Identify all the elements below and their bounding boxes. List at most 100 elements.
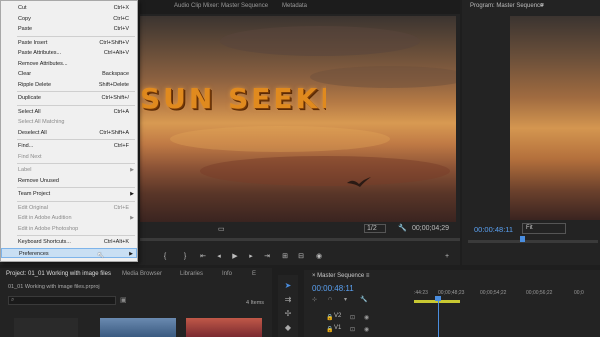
project-panel: Project: 01_01 Working with image files … (0, 268, 272, 337)
project-file-name: 01_01 Working with image files.prproj (8, 284, 100, 290)
program-playhead[interactable] (520, 236, 525, 242)
menu-item-deselect-all[interactable]: Deselect All Ctrl+Shift+A (1, 128, 137, 138)
menu-separator (17, 91, 135, 92)
add-button-icon[interactable]: + (442, 252, 452, 262)
tab-info[interactable]: Info (222, 271, 232, 277)
eye-icon[interactable]: ◉ (364, 326, 369, 333)
menu-item-select-all-matching[interactable]: Select All Matching (1, 117, 137, 127)
menu-item-shortcut: Shift+Delete (98, 81, 129, 88)
linked-selection-icon[interactable]: ∩ (328, 296, 332, 302)
step-forward-icon[interactable]: ▸ (246, 252, 256, 262)
menu-item-find[interactable]: Find... Ctrl+F (1, 141, 137, 151)
submenu-arrow-icon: ▶ (130, 215, 134, 221)
tab-program-monitor[interactable]: Program: Master Sequence (470, 3, 543, 9)
selection-tool-icon[interactable]: ➤ (283, 281, 293, 291)
menu-item-label[interactable]: Label ▶ (1, 165, 137, 175)
mark-in-icon[interactable]: { (160, 252, 170, 262)
menu-separator (17, 35, 135, 37)
search-icon: ⌕ (11, 297, 15, 303)
menu-item-label: Edit in Adobe Audition (18, 215, 72, 221)
tab-audio-clip-mixer[interactable]: Audio Clip Mixer: Master Sequence (174, 3, 268, 9)
lock-icon[interactable]: 🔒 (326, 326, 333, 333)
fit-select[interactable]: Fit (522, 223, 566, 234)
tab-master-sequence[interactable]: × Master Sequence ≡ (312, 273, 369, 279)
menu-item-label: Find Next (18, 153, 42, 160)
menu-item-duplicate[interactable]: Duplicate Ctrl+Shift+/ (1, 93, 137, 103)
timeline-playhead[interactable] (438, 297, 439, 337)
source-scrubber[interactable] (140, 238, 460, 241)
menu-item-paste-attributes[interactable]: Paste Attributes... Ctrl+Alt+V (1, 48, 137, 58)
new-bin-icon[interactable]: ▣ (120, 296, 127, 304)
menu-item-keyboard-shortcuts[interactable]: Keyboard Shortcuts... Ctrl+Alt+K (1, 237, 137, 247)
step-back-icon[interactable]: ◂ (214, 252, 224, 262)
ruler-label: 00;00;54;22 (480, 290, 507, 296)
sync-lock-icon[interactable]: ⊡ (350, 314, 355, 321)
project-item-thumbnail[interactable] (100, 318, 176, 337)
wrench-icon[interactable]: 🔧 (398, 224, 407, 232)
lock-icon[interactable]: 🔒 (326, 314, 333, 321)
menu-item-remove-unused[interactable]: Remove Unused (1, 176, 137, 186)
mark-out-icon[interactable]: } (180, 252, 190, 262)
menu-item-copy[interactable]: Copy Ctrl+C (1, 14, 137, 24)
sync-lock-icon[interactable]: ⊡ (350, 326, 355, 333)
tools-panel: ➤ ⇉ ✢ ◆ (278, 275, 298, 337)
source-panel-tabs: Audio Clip Mixer: Master Sequence Metada… (140, 0, 460, 14)
timeline-timecode[interactable]: 00:00:48:11 (312, 284, 354, 293)
menu-item-ripple-delete[interactable]: Ripple Delete Shift+Delete (1, 80, 137, 90)
menu-item-cut[interactable]: Cut Ctrl+X (1, 3, 137, 13)
menu-item-label: Deselect All (18, 129, 47, 136)
program-scrubber[interactable] (468, 240, 598, 243)
tab-effects[interactable]: E (252, 271, 256, 277)
tab-libraries[interactable]: Libraries (180, 271, 203, 277)
play-icon[interactable]: ▶ (230, 252, 240, 262)
menu-item-label: Find... (18, 143, 34, 149)
menu-item-paste-insert[interactable]: Paste Insert Ctrl+Shift+V (1, 38, 137, 48)
add-marker-icon[interactable]: ▾ (344, 296, 347, 303)
edit-menu: Cut Ctrl+X Copy Ctrl+C Paste Ctrl+V Paste Inse… (0, 0, 138, 262)
menu-item-find-next[interactable]: Find Next (1, 152, 137, 162)
project-panel-tabs: Project: 01_01 Working with image files … (0, 268, 272, 281)
tab-metadata[interactable]: Metadata (282, 3, 307, 9)
menu-item-select-all[interactable]: Select All Ctrl+A (1, 107, 137, 117)
project-item-thumbnail[interactable] (14, 318, 78, 337)
menu-item-label: Paste Attributes... (18, 50, 62, 56)
ripple-edit-icon[interactable]: ✢ (283, 309, 293, 319)
menu-item-remove-attributes[interactable]: Remove Attributes... (1, 59, 137, 69)
menu-item-preferences[interactable]: Preferences ▶ (1, 247, 137, 258)
track-select-icon[interactable]: ⇉ (283, 295, 293, 305)
zoom-select[interactable]: 1/2 (364, 224, 386, 233)
tab-media-browser[interactable]: Media Browser (122, 271, 162, 277)
panel-menu-icon[interactable]: ≡ (540, 2, 544, 9)
menu-item-shortcut: Ctrl+A (113, 108, 129, 115)
project-search-input[interactable]: ⌕ (8, 296, 116, 305)
go-to-out-icon[interactable]: ⇥ (262, 252, 272, 262)
source-in-marker-icon[interactable]: ▭ (218, 225, 225, 233)
menu-item-label: Select All (18, 108, 41, 115)
menu-item-label: Edit Original (18, 204, 48, 211)
menu-item-edit-in-adobe-photoshop[interactable]: Edit in Adobe Photoshop (1, 224, 137, 234)
menu-item-label: Keyboard Shortcuts... (18, 239, 71, 245)
menu-item-paste[interactable]: Paste Ctrl+V (1, 24, 137, 34)
tab-project[interactable]: Project: 01_01 Working with image files (6, 271, 111, 277)
menu-item-label: Preferences (19, 250, 49, 257)
overwrite-icon[interactable]: ⊟ (296, 252, 306, 262)
track-label-v2: V2 (334, 313, 342, 319)
track-label-v1: V1 (334, 325, 342, 331)
snap-icon[interactable]: ⊹ (312, 296, 317, 303)
insert-icon[interactable]: ⊞ (280, 252, 290, 262)
timeline-wrench-icon[interactable]: 🔧 (360, 296, 367, 303)
menu-item-label: Cut (18, 5, 27, 11)
program-timecode[interactable]: 00:00:48:11 (474, 225, 513, 234)
eye-icon[interactable]: ◉ (364, 314, 369, 321)
project-item-thumbnail[interactable] (186, 318, 262, 337)
menu-item-edit-in-adobe-audition[interactable]: Edit in Adobe Audition ▶ (1, 213, 137, 223)
menu-item-team-project[interactable]: Team Project ▶ (1, 189, 137, 199)
export-frame-icon[interactable]: ◉ (314, 252, 324, 262)
go-to-in-icon[interactable]: ⇤ (198, 252, 208, 262)
source-timecode: 00;00;04;29 (412, 225, 449, 232)
razor-tool-icon[interactable]: ◆ (283, 323, 293, 333)
sequence-tab-label: Master Sequence (317, 273, 365, 279)
menu-item-clear[interactable]: Clear Backspace (1, 69, 137, 79)
menu-item-edit-original[interactable]: Edit Original Ctrl+E (1, 203, 137, 213)
items-count: 4 Items (246, 300, 265, 306)
